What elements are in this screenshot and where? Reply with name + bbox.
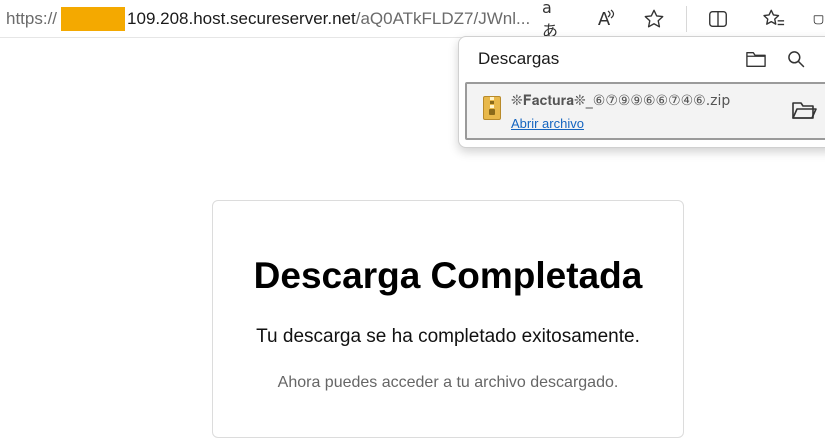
read-aloud-label: aあ [542,0,559,40]
url-host: 109.208.host.secureserver.net [127,9,356,28]
url-path: /aQ0ATkFLDZ7/JWnl... [355,9,531,28]
success-message: Tu descarga se ha completado exitosament… [256,326,640,347]
collections-icon[interactable] [812,7,825,31]
show-in-folder-icon[interactable] [791,98,817,122]
info-note: Ahora puedes acceder a tu archivo descar… [277,374,619,391]
download-file-name: ❊𝐅𝐚𝐜𝐭𝐮𝐫𝐚❊_⑥⑦⑨⑨⑥⑥⑦④⑥.zip [511,93,731,109]
downloads-panel: Descargas ❊𝐅𝐚𝐜𝐭𝐮𝐫𝐚❊_⑥⑦⑨⑨⑥⑥⑦④⑥.zip Abrir … [458,36,825,148]
favorites-icon[interactable] [762,7,786,31]
open-file-link[interactable]: Abrir archivo [511,116,584,131]
zip-file-icon [483,96,501,120]
toolbar-separator [686,6,687,32]
downloads-title: Descargas [478,49,560,68]
page-title: Descarga Completada [253,255,643,296]
download-item[interactable]: ❊𝐅𝐚𝐜𝐭𝐮𝐫𝐚❊_⑥⑦⑨⑨⑥⑥⑦④⑥.zip Abrir archivo [465,82,825,140]
split-screen-icon[interactable] [706,7,730,31]
open-downloads-folder-icon[interactable] [743,46,769,72]
search-downloads-icon[interactable] [783,46,809,72]
immersive-reader-icon[interactable]: A [592,7,616,31]
address-bar[interactable]: https:// 109.208.host.secureserver.net /… [0,0,825,40]
read-aloud-icon[interactable]: aあ [542,0,566,40]
download-complete-card: Descarga Completada Tu descarga se ha co… [212,200,684,438]
url-text[interactable]: https:// 109.208.host.secureserver.net /… [6,7,531,31]
url-redaction [61,7,126,31]
sound-waves-icon [607,9,615,19]
url-scheme: https:// [6,9,58,28]
favorite-star-icon[interactable] [642,7,666,31]
